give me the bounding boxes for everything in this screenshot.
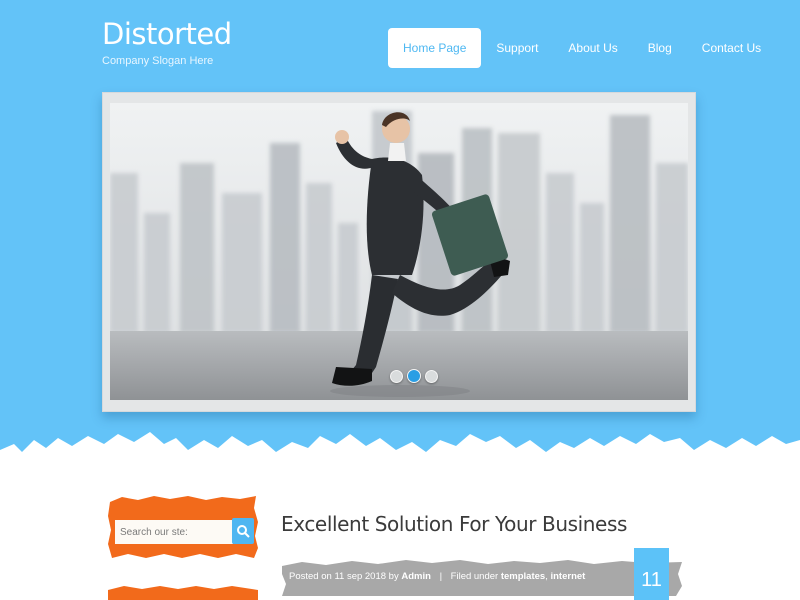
post-meta: Posted on 11 sep 2018 by Admin | Filed u… (289, 571, 585, 582)
meta-posted-label: Posted on (289, 571, 332, 582)
nav-contact[interactable]: Contact Us (687, 28, 776, 68)
search-button[interactable] (232, 518, 254, 544)
slider-dot[interactable] (425, 370, 438, 383)
nav-about[interactable]: About Us (553, 28, 632, 68)
slider-dot-active[interactable] (407, 369, 421, 383)
search-input[interactable] (115, 520, 233, 544)
post-date-badge: 11 (634, 548, 669, 600)
meta-author-link[interactable]: Admin (401, 571, 431, 582)
main-nav: Home Page Support About Us Blog Contact … (388, 28, 776, 68)
slider-dots (390, 369, 438, 383)
logo[interactable]: Distorted Company Slogan Here (102, 16, 232, 67)
nav-support[interactable]: Support (481, 28, 553, 68)
site-slogan: Company Slogan Here (102, 55, 214, 67)
nav-blog[interactable]: Blog (633, 28, 687, 68)
site-title[interactable]: Distorted (102, 16, 232, 52)
meta-filed-label: Filed under (450, 571, 499, 582)
post-title[interactable]: Excellent Solution For Your Business (281, 512, 627, 536)
hero-slider (102, 92, 696, 412)
hero-image (110, 103, 688, 400)
meta-tag-separator: , (545, 571, 548, 582)
meta-by-label: by (388, 571, 399, 582)
slider-dot[interactable] (390, 370, 403, 383)
search-icon (237, 525, 250, 538)
torn-paper-edge (0, 432, 800, 480)
meta-tag-link[interactable]: templates (501, 571, 545, 582)
meta-date: 11 sep 2018 (334, 571, 387, 582)
meta-tag-link[interactable]: internet (550, 571, 585, 582)
widget-frame-bottom (108, 586, 258, 600)
meta-separator: | (439, 571, 443, 582)
hero-illustration (110, 103, 688, 400)
page: Distorted Company Slogan Here Home Page … (0, 0, 800, 600)
nav-home[interactable]: Home Page (388, 28, 482, 68)
